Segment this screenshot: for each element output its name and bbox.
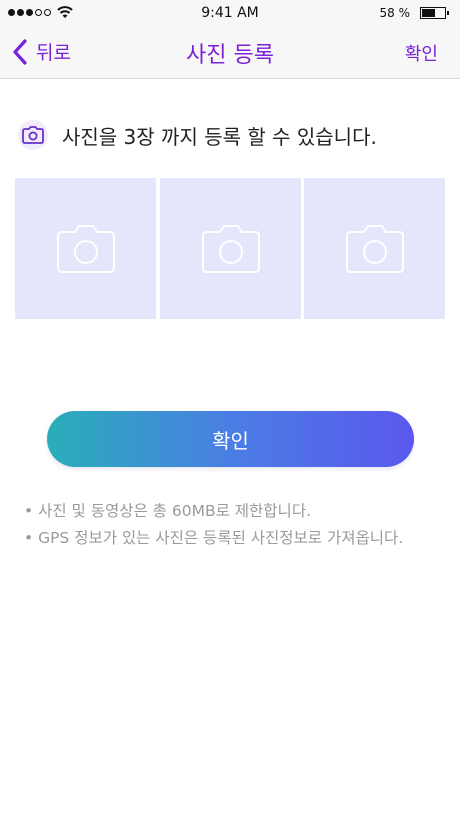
camera-icon bbox=[201, 224, 260, 273]
photo-slot-3[interactable] bbox=[304, 178, 445, 319]
photo-limit-info: 사진을 3장 까지 등록 할 수 있습니다. bbox=[18, 120, 377, 150]
photo-slot-1[interactable] bbox=[15, 178, 156, 319]
nav-confirm-button[interactable]: 확인 bbox=[405, 40, 438, 66]
back-button[interactable]: 뒤로 bbox=[12, 38, 71, 65]
chevron-left-icon bbox=[13, 38, 27, 65]
battery-level bbox=[422, 9, 435, 17]
status-bar: 9:41 AM 58 % bbox=[0, 0, 460, 26]
navigation-bar: 뒤로 사진 등록 확인 bbox=[0, 26, 460, 79]
note-size-limit: • 사진 및 동영상은 총 60MB로 제한합니다. bbox=[24, 502, 312, 520]
photo-slot-2[interactable] bbox=[160, 178, 301, 319]
camera-icon bbox=[345, 224, 404, 273]
back-label: 뒤로 bbox=[36, 42, 71, 64]
confirm-button[interactable]: 확인 bbox=[47, 411, 414, 467]
camera-icon bbox=[18, 120, 48, 150]
battery-icon bbox=[420, 7, 449, 19]
battery-percentage: 58 % bbox=[379, 6, 411, 20]
note-gps-info: • GPS 정보가 있는 사진은 등록된 사진정보로 가져옵니다. bbox=[24, 529, 404, 547]
photo-limit-text: 사진을 3장 까지 등록 할 수 있습니다. bbox=[62, 124, 377, 149]
camera-icon bbox=[56, 224, 115, 273]
notes-list: • 사진 및 동영상은 총 60MB로 제한합니다. • GPS 정보가 있는 … bbox=[24, 498, 403, 552]
